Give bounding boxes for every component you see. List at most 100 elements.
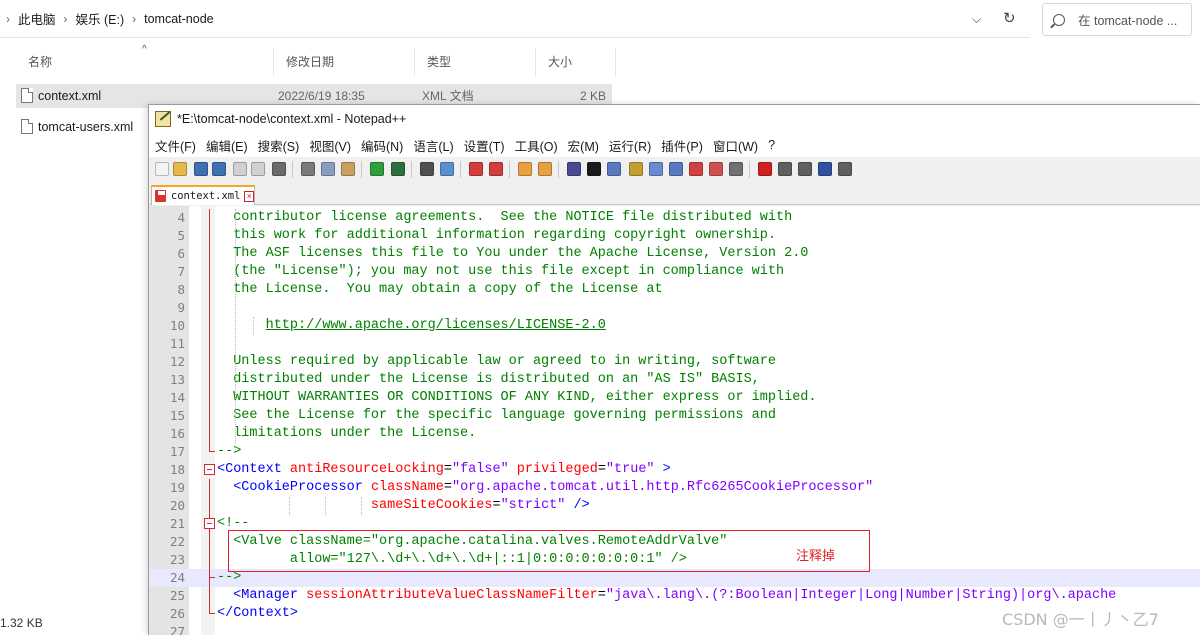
code-token: the License. You may obtain a copy of th…	[217, 282, 663, 297]
fold-toggle-icon[interactable]	[204, 464, 215, 475]
code-line[interactable]: 6 The ASF licenses this file to You unde…	[149, 245, 1200, 263]
doc-map-icon[interactable]	[629, 162, 643, 176]
redo-icon[interactable]	[391, 162, 405, 176]
close-icon[interactable]	[233, 162, 247, 176]
doc-list-icon[interactable]	[689, 162, 703, 176]
line-number: 18	[169, 462, 185, 477]
address-bar[interactable]: › 此电脑 › 娱乐 (E:) › tomcat-node	[0, 0, 1030, 38]
chevron-right-icon: ›	[63, 11, 68, 26]
save-icon[interactable]	[194, 162, 208, 176]
code-line[interactable]: 11	[149, 335, 1200, 353]
paste-icon[interactable]	[341, 162, 355, 176]
code-line[interactable]: 19 <CookieProcessor className="org.apach…	[149, 479, 1200, 497]
file-row[interactable]: tomcat-users.xml	[16, 115, 148, 139]
menu-item[interactable]: 搜索(S)	[258, 136, 300, 155]
code-text: -->	[217, 443, 241, 461]
word-wrap-icon[interactable]	[567, 162, 581, 176]
save-macro-icon[interactable]	[838, 162, 852, 176]
line-number: 15	[169, 408, 185, 423]
column-date[interactable]: 修改日期	[274, 48, 415, 76]
sync-horizontal-icon[interactable]	[538, 162, 552, 176]
zoom-in-icon[interactable]	[469, 162, 483, 176]
replace-icon[interactable]	[440, 162, 454, 176]
menu-item[interactable]: 编码(N)	[361, 136, 403, 155]
fold-end-marker	[209, 569, 215, 578]
menu-item[interactable]: ?	[768, 138, 775, 152]
close-all-icon[interactable]	[251, 162, 265, 176]
line-number: 10	[169, 318, 185, 333]
toolbar-separator	[411, 161, 412, 178]
fold-toggle-icon[interactable]	[204, 518, 215, 529]
menu-item[interactable]: 窗口(W)	[713, 136, 758, 155]
code-token: =	[597, 588, 606, 603]
monitor-icon[interactable]	[709, 162, 723, 176]
menu-item[interactable]: 编辑(E)	[206, 136, 248, 155]
sync-vertical-icon[interactable]	[518, 162, 532, 176]
menu-item[interactable]: 设置(T)	[464, 136, 505, 155]
menu-item[interactable]: 运行(R)	[609, 136, 651, 155]
search-box[interactable]: 在 tomcat-node ...	[1042, 3, 1192, 36]
column-size[interactable]: 大小	[536, 48, 616, 76]
code-token: "java\.lang\.(?:Boolean|Integer|Long|Num…	[605, 588, 1117, 603]
code-line[interactable]: 25 <Manager sessionAttributeValueClassNa…	[149, 587, 1200, 605]
breadcrumb-drive[interactable]: 娱乐 (E:)	[76, 9, 125, 28]
annotation-box	[228, 530, 870, 572]
refresh-icon[interactable]: ↻	[1003, 9, 1016, 27]
code-line[interactable]: 14 WITHOUT WARRANTIES OR CONDITIONS OF A…	[149, 389, 1200, 407]
file-name: tomcat-users.xml	[38, 120, 134, 134]
record-macro-icon[interactable]	[758, 162, 772, 176]
code-line[interactable]: 10 http://www.apache.org/licenses/LICENS…	[149, 317, 1200, 335]
zoom-out-icon[interactable]	[489, 162, 503, 176]
menu-item[interactable]: 工具(O)	[515, 136, 558, 155]
cut-icon[interactable]	[301, 162, 315, 176]
find-icon[interactable]	[420, 162, 434, 176]
save-all-icon[interactable]	[212, 162, 226, 176]
close-icon[interactable]: ×	[244, 190, 254, 202]
column-type[interactable]: 类型	[415, 48, 536, 76]
code-line[interactable]: 7 (the "License"); you may not use this …	[149, 263, 1200, 281]
undo-icon[interactable]	[370, 162, 384, 176]
show-all-chars-icon[interactable]	[587, 162, 601, 176]
title-bar[interactable]: *E:\tomcat-node\context.xml - Notepad++	[149, 105, 1200, 133]
play-multi-icon[interactable]	[818, 162, 832, 176]
code-line[interactable]: 12 Unless required by applicable law or …	[149, 353, 1200, 371]
code-token: this work for additional information reg…	[217, 228, 776, 243]
editor[interactable]: 4 contributor license agreements. See th…	[149, 206, 1200, 635]
column-name[interactable]: 名称	[16, 48, 274, 76]
menu-item[interactable]: 视图(V)	[309, 136, 351, 155]
copy-icon[interactable]	[321, 162, 335, 176]
unsaved-icon	[155, 190, 166, 202]
code-line[interactable]: 15 See the License for the specific lang…	[149, 407, 1200, 425]
code-line[interactable]: 18 <Context antiResourceLocking="false" p…	[149, 461, 1200, 479]
new-file-icon[interactable]	[155, 162, 169, 176]
function-list-icon[interactable]	[649, 162, 663, 176]
code-line[interactable]: 5 this work for additional information r…	[149, 227, 1200, 245]
code-token: distributed under the License is distrib…	[217, 372, 760, 387]
folder-workspace-icon[interactable]	[669, 162, 683, 176]
code-text: Unless required by applicable law or agr…	[217, 353, 776, 371]
code-line[interactable]: 20 sameSiteCookies="strict" />	[149, 497, 1200, 515]
open-folder-icon[interactable]	[173, 162, 187, 176]
indent-guide	[289, 497, 290, 515]
breadcrumb-folder[interactable]: tomcat-node	[144, 12, 213, 26]
code-line[interactable]: 13 distributed under the License is dist…	[149, 371, 1200, 389]
code-text: WITHOUT WARRANTIES OR CONDITIONS OF ANY …	[217, 389, 816, 407]
code-line[interactable]: 4 contributor license agreements. See th…	[149, 209, 1200, 227]
menu-item[interactable]: 文件(F)	[155, 136, 196, 155]
play-macro-icon[interactable]	[798, 162, 812, 176]
menu-item[interactable]: 插件(P)	[661, 136, 703, 155]
breadcrumb-pc[interactable]: 此电脑	[18, 9, 56, 28]
menu-item[interactable]: 宏(M)	[568, 136, 599, 155]
indent-guide-icon[interactable]	[607, 162, 621, 176]
code-line[interactable]: 9	[149, 299, 1200, 317]
eye-icon[interactable]	[729, 162, 743, 176]
code-line[interactable]: 8 the License. You may obtain a copy of …	[149, 281, 1200, 299]
code-line[interactable]: 17 -->	[149, 443, 1200, 461]
code-line[interactable]: 16 limitations under the License.	[149, 425, 1200, 443]
menu-item[interactable]: 语言(L)	[413, 136, 453, 155]
code-text: limitations under the License.	[217, 425, 476, 443]
print-icon[interactable]	[272, 162, 286, 176]
tab-context-xml[interactable]: context.xml ×	[151, 185, 255, 205]
stop-record-icon[interactable]	[778, 162, 792, 176]
chevron-down-icon[interactable]: ⌵	[972, 12, 981, 27]
